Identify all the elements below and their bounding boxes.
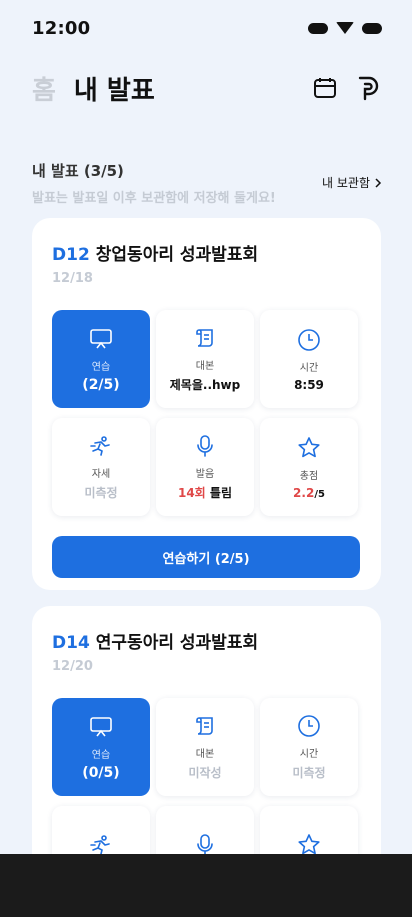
archive-link[interactable]: 내 보관함 xyxy=(322,174,382,191)
app-header: 홈 내 발표 xyxy=(32,64,382,112)
practice-tile[interactable]: 연습 (2/5) xyxy=(52,310,150,408)
posture-tile[interactable]: 자세 미측정 xyxy=(52,418,150,516)
section-header: 내 발표 (3/5) 발표는 발표일 이후 보관함에 저장해 둘게요! 내 보관… xyxy=(32,160,382,206)
error-count: 14회 xyxy=(177,486,206,500)
status-icons xyxy=(308,22,382,34)
tile-value: 미측정 xyxy=(84,486,118,500)
running-figure-icon xyxy=(88,433,114,459)
calendar-icon[interactable] xyxy=(312,75,338,101)
score-value: 2.2 xyxy=(293,485,315,500)
presentation-screen-icon xyxy=(88,714,114,740)
microphone-icon xyxy=(192,433,218,459)
brand-logo-icon[interactable] xyxy=(356,75,382,101)
chevron-right-icon xyxy=(375,177,382,188)
tab-my-presentations[interactable]: 내 발표 xyxy=(74,70,155,107)
practice-button[interactable]: 연습하기 (2/5) xyxy=(52,536,360,578)
time-tile[interactable]: 시간 8:59 xyxy=(260,310,358,408)
tile-label: 시간 xyxy=(299,749,319,760)
archive-link-label: 내 보관함 xyxy=(322,176,370,190)
scroll-icon xyxy=(192,325,218,351)
card-title: D14 연구동아리 성과발표회 xyxy=(52,628,361,653)
pronunciation-tile[interactable]: 발음 14회 틀림 xyxy=(156,418,254,516)
presentation-date: 12/18 xyxy=(52,271,93,286)
tile-label: 발음 xyxy=(195,469,215,480)
wifi-icon xyxy=(336,22,354,34)
presentation-screen-icon xyxy=(88,326,114,352)
score-tile[interactable]: 총점 2.2/5 xyxy=(260,418,358,516)
status-bar: 12:00 xyxy=(0,0,412,56)
tile-label: 대본 xyxy=(195,361,215,372)
dday-badge: D12 xyxy=(52,245,90,265)
stats-grid: 연습 (2/5) 대본 제목을..hwp 시간 8:59 자세 미측정 발음 1… xyxy=(52,310,361,516)
tile-label: 시간 xyxy=(299,362,319,374)
clock-icon xyxy=(296,327,322,353)
tile-value: (0/5) xyxy=(82,764,120,781)
scroll-icon xyxy=(192,713,218,739)
tile-value: 미작성 xyxy=(188,766,222,780)
bottom-navigation-bar xyxy=(0,854,412,917)
practice-tile[interactable]: 연습 (0/5) xyxy=(52,698,150,796)
tile-label: 총점 xyxy=(299,470,319,482)
tile-value: 8:59 xyxy=(294,377,324,392)
header-tabs: 홈 내 발표 xyxy=(32,70,155,107)
signal-icon xyxy=(308,22,328,34)
presentation-date: 12/20 xyxy=(52,659,93,674)
header-actions xyxy=(312,75,382,101)
presentation-name: 연구동아리 성과발표회 xyxy=(95,633,259,653)
status-time: 12:00 xyxy=(32,17,91,39)
tile-value: 미측정 xyxy=(292,766,326,780)
tile-value: 제목을..hwp xyxy=(169,378,241,392)
time-tile[interactable]: 시간 미측정 xyxy=(260,698,358,796)
presentation-name: 창업동아리 성과발표회 xyxy=(95,245,259,265)
tile-value: 14회 틀림 xyxy=(178,484,232,501)
tile-label: 자세 xyxy=(91,469,111,480)
script-tile[interactable]: 대본 제목을..hwp xyxy=(156,310,254,408)
battery-icon xyxy=(362,22,382,34)
tile-value: (2/5) xyxy=(82,376,120,393)
tile-label: 연습 xyxy=(91,361,111,373)
card-title: D12 창업동아리 성과발표회 xyxy=(52,240,361,265)
tile-value: 2.2/5 xyxy=(293,486,325,500)
presentation-card[interactable]: D12 창업동아리 성과발표회 12/18 연습 (2/5) 대본 제목을..hw… xyxy=(32,218,381,590)
tile-label: 대본 xyxy=(195,749,215,760)
score-max: /5 xyxy=(314,488,325,500)
error-suffix: 틀림 xyxy=(209,486,233,500)
tile-label: 연습 xyxy=(91,749,111,761)
dday-badge: D14 xyxy=(52,633,90,653)
star-icon xyxy=(296,435,322,461)
script-tile[interactable]: 대본 미작성 xyxy=(156,698,254,796)
tab-home[interactable]: 홈 xyxy=(32,70,56,107)
clock-icon xyxy=(296,713,322,739)
